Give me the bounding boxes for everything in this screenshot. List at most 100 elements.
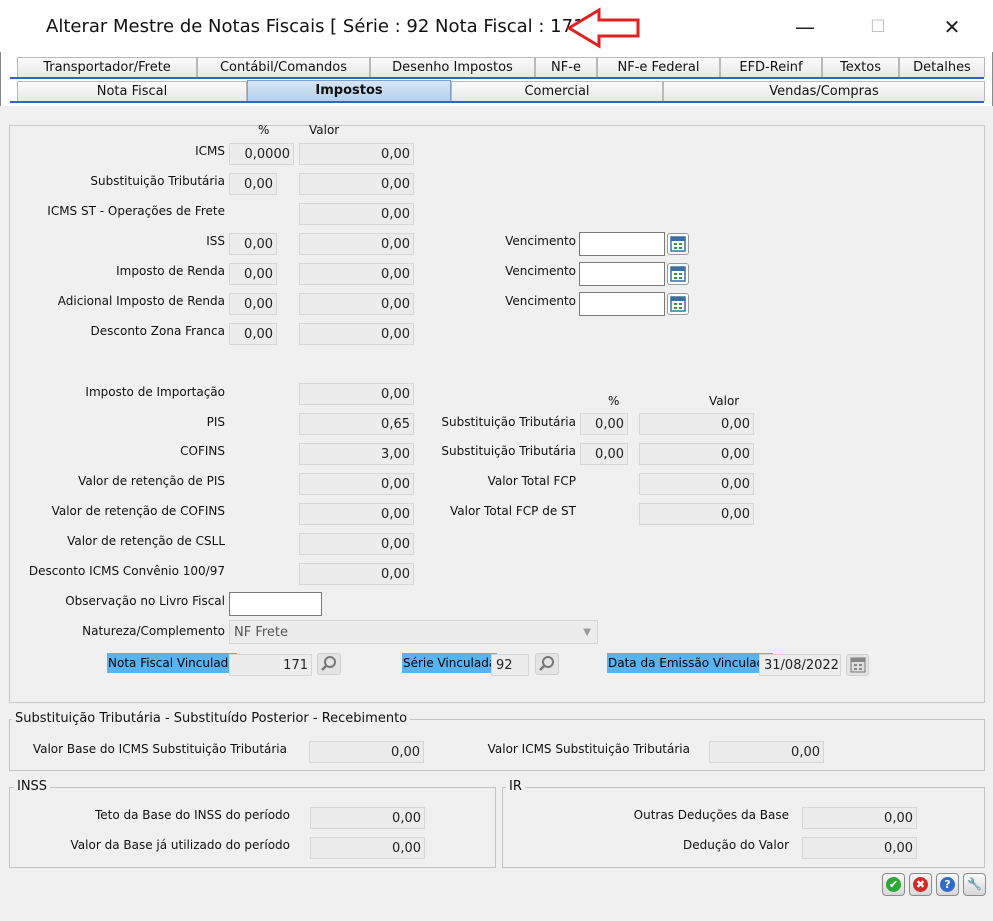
- obs-livro-input[interactable]: [229, 592, 322, 616]
- inss-usado-label: Valor da Base já utilizado do período: [70, 838, 290, 852]
- tab-efd-reinf[interactable]: EFD-Reinf: [720, 57, 822, 77]
- title-bar: Alterar Mestre de Notas Fiscais [ Série …: [0, 0, 993, 52]
- adic-ir-pct-field[interactable]: 0,00: [229, 293, 277, 315]
- ir-valor-field[interactable]: 0,00: [299, 263, 414, 285]
- tab-textos[interactable]: Textos: [822, 57, 899, 77]
- help-button[interactable]: ?: [936, 873, 959, 896]
- tools-button[interactable]: 🔧: [963, 873, 986, 896]
- ir-vencimento-input[interactable]: [579, 262, 665, 286]
- ret-cofins-label: Valor de retenção de COFINS: [51, 504, 225, 518]
- tab-divider-2: [10, 101, 984, 103]
- adic-ir-label: Adicional Imposto de Renda: [57, 294, 225, 308]
- st-base-field[interactable]: 0,00: [309, 741, 424, 763]
- check-icon: ✔: [886, 877, 901, 892]
- nf-vinculada-field[interactable]: 171: [229, 654, 312, 676]
- fcp-valor-field[interactable]: 0,00: [639, 473, 754, 495]
- st-icms-label: Valor ICMS Substituição Tributária: [487, 742, 690, 756]
- zona-franca-valor-field[interactable]: 0,00: [299, 323, 414, 345]
- icms-valor-field[interactable]: 0,00: [299, 143, 414, 165]
- chevron-down-icon: ▼: [583, 627, 591, 638]
- iss-vencimento-input[interactable]: [579, 232, 665, 256]
- inss-teto-field[interactable]: 0,00: [310, 807, 425, 829]
- desc-icms-valor-field[interactable]: 0,00: [299, 563, 414, 585]
- tab-transportador-frete[interactable]: Transportador/Frete: [17, 57, 197, 77]
- st-cofins-label: Substituição Tributária: [441, 444, 576, 458]
- serie-vinculada-label: Série Vinculada: [402, 653, 498, 673]
- st-cofins-pct-field[interactable]: 0,00: [580, 443, 628, 465]
- ir-label: Imposto de Renda: [116, 264, 225, 278]
- iss-calendar-icon[interactable]: [667, 233, 689, 255]
- iss-label: ISS: [206, 234, 225, 248]
- st-pis-pct-field[interactable]: 0,00: [580, 413, 628, 435]
- icms-label: ICMS: [195, 144, 225, 158]
- pct-header: %: [258, 123, 270, 137]
- ok-button[interactable]: ✔: [882, 873, 905, 896]
- st-cofins-valor-field[interactable]: 0,00: [639, 443, 754, 465]
- ret-pis-valor-field[interactable]: 0,00: [299, 473, 414, 495]
- adic-ir-calendar-icon[interactable]: [667, 293, 689, 315]
- tab-nfe[interactable]: NF-e: [535, 57, 597, 77]
- maximize-button[interactable]: ☐: [855, 10, 901, 44]
- adic-ir-vencimento-input[interactable]: [579, 292, 665, 316]
- tab-impostos[interactable]: Impostos: [247, 80, 451, 103]
- tab-nota-fiscal[interactable]: Nota Fiscal: [17, 81, 247, 101]
- ir-calendar-icon[interactable]: [667, 263, 689, 285]
- valor-header-right: Valor: [709, 394, 740, 408]
- tab-nfe-federal[interactable]: NF-e Federal: [597, 57, 720, 77]
- window-title: Alterar Mestre de Notas Fiscais [ Série …: [46, 16, 598, 37]
- cofins-label: COFINS: [180, 444, 225, 458]
- iss-vencimento-label: Vencimento: [505, 234, 576, 248]
- pct-header-right: %: [608, 394, 620, 408]
- iss-pct-field[interactable]: 0,00: [229, 233, 277, 255]
- ir-outras-field[interactable]: 0,00: [802, 807, 917, 829]
- tab-desenho-impostos[interactable]: Desenho Impostos: [370, 57, 535, 77]
- serie-vinculada-search-icon[interactable]: [535, 653, 559, 675]
- adic-ir-valor-field[interactable]: 0,00: [299, 293, 414, 315]
- ir-pct-field[interactable]: 0,00: [229, 263, 277, 285]
- ir-outras-label: Outras Deduções da Base: [633, 808, 789, 822]
- st-pis-label: Substituição Tributária: [441, 415, 576, 429]
- cofins-valor-field[interactable]: 3,00: [299, 443, 414, 465]
- pis-label: PIS: [206, 415, 225, 429]
- tab-detalhes[interactable]: Detalhes: [899, 57, 985, 77]
- zona-franca-label: Desconto Zona Franca: [90, 324, 226, 338]
- inss-usado-field[interactable]: 0,00: [310, 837, 425, 859]
- tab-contabil-comandos[interactable]: Contábil/Comandos: [197, 57, 370, 77]
- subst-label: Substituição Tributária: [90, 174, 225, 188]
- zona-franca-pct-field[interactable]: 0,00: [229, 323, 277, 345]
- importacao-valor-field[interactable]: 0,00: [299, 383, 414, 405]
- iss-valor-field[interactable]: 0,00: [299, 233, 414, 255]
- ir-title: IR: [506, 779, 525, 794]
- subst-valor-field[interactable]: 0,00: [299, 173, 414, 195]
- cancel-icon: ✖: [913, 877, 928, 892]
- inss-teto-label: Teto da Base do INSS do período: [94, 808, 290, 822]
- tab-vendas-compras[interactable]: Vendas/Compras: [663, 81, 985, 101]
- natureza-select[interactable]: NF Frete ▼: [229, 620, 598, 644]
- ir-deducao-field[interactable]: 0,00: [802, 837, 917, 859]
- data-emissao-vinculada-field[interactable]: 31/08/2022: [759, 654, 841, 676]
- nf-vinculada-search-icon[interactable]: [317, 653, 341, 675]
- fcp-st-valor-field[interactable]: 0,00: [639, 503, 754, 525]
- desc-icms-label: Desconto ICMS Convênio 100/97: [28, 564, 225, 578]
- icms-st-frete-field[interactable]: 0,00: [299, 203, 414, 225]
- data-emissao-calendar-icon[interactable]: [846, 654, 869, 676]
- ret-csll-label: Valor de retenção de CSLL: [67, 534, 225, 548]
- natureza-label: Natureza/Complemento: [82, 624, 225, 638]
- fcp-label: Valor Total FCP: [487, 474, 576, 488]
- cancel-button[interactable]: ✖: [909, 873, 932, 896]
- st-base-label: Valor Base do ICMS Substituição Tributár…: [32, 742, 287, 756]
- minimize-button[interactable]: —: [782, 10, 828, 44]
- icms-pct-field[interactable]: 0,0000: [229, 143, 294, 165]
- wrench-icon: 🔧: [967, 877, 982, 891]
- close-button[interactable]: ✕: [929, 10, 975, 44]
- pis-valor-field[interactable]: 0,65: [299, 413, 414, 435]
- ret-cofins-valor-field[interactable]: 0,00: [299, 503, 414, 525]
- tab-comercial[interactable]: Comercial: [451, 81, 663, 101]
- st-icms-field[interactable]: 0,00: [709, 741, 824, 763]
- subst-pct-field[interactable]: 0,00: [229, 173, 277, 195]
- icms-st-frete-label: ICMS ST - Operações de Frete: [47, 204, 225, 218]
- serie-vinculada-field[interactable]: 92: [491, 654, 529, 676]
- st-pis-valor-field[interactable]: 0,00: [639, 413, 754, 435]
- ret-csll-valor-field[interactable]: 0,00: [299, 533, 414, 555]
- ir-deducao-label: Dedução do Valor: [683, 838, 789, 852]
